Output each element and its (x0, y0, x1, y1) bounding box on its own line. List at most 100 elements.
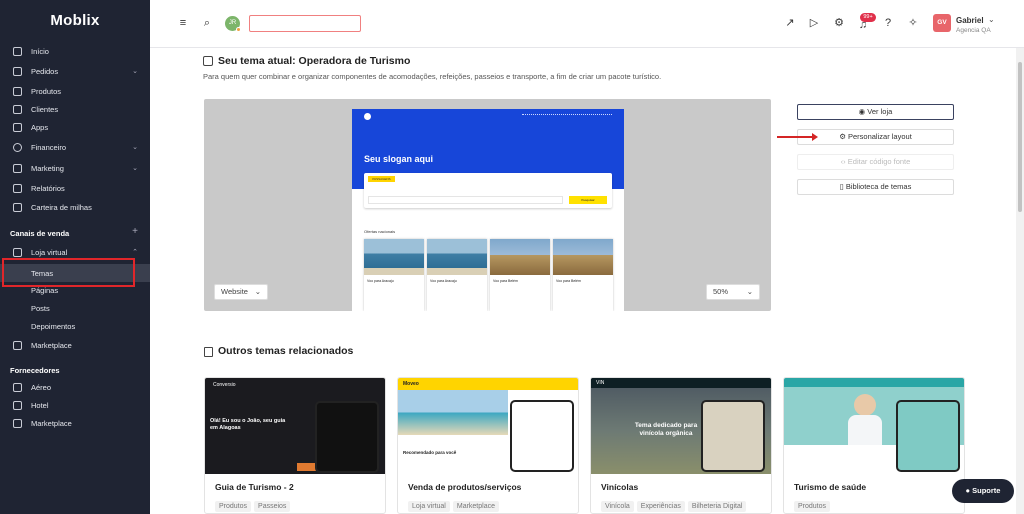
thumb-doctor (854, 394, 876, 416)
search-icon[interactable]: ⌕ (201, 17, 213, 29)
sidebar-item-posts[interactable]: Posts (0, 300, 150, 316)
mock-card-image (364, 239, 424, 275)
mock-card-image (490, 239, 550, 275)
thumb-phone (315, 401, 379, 473)
monitor-icon (13, 247, 22, 257)
avatar[interactable]: JR (225, 16, 241, 32)
chevron-down-icon[interactable]: ⌄ (988, 15, 995, 24)
theme-description: Para quem quer combinar e organizar comp… (203, 72, 662, 81)
add-channel-icon[interactable]: + (132, 226, 138, 237)
plane-icon (13, 382, 22, 392)
sidebar-item-inicio[interactable]: Início (0, 43, 150, 59)
box-icon (13, 86, 22, 96)
thumb-headline: Recomendado para você (403, 450, 457, 455)
chevron-down-icon: ⌄ (254, 287, 261, 296)
theme-icon (203, 56, 213, 66)
user-name[interactable]: Gabriel (956, 16, 984, 25)
button-label: Personalizar layout (848, 132, 912, 141)
theme-name: Venda de produtos/serviços (408, 482, 522, 492)
user-avatar[interactable]: GV (933, 14, 951, 32)
sidebar-item-hotel[interactable]: Hotel (0, 397, 150, 413)
sidebar-item-financeiro[interactable]: Financeiro ⌄ (0, 139, 150, 155)
sidebar-item-apps[interactable]: Apps (0, 119, 150, 135)
sidebar-item-relatorios[interactable]: Relatórios (0, 180, 150, 196)
play-icon[interactable]: ▷ (808, 17, 820, 29)
mock-card: Voo para Aracaju (364, 239, 424, 311)
mock-search-box: PASSAGENS Pesquisar (364, 173, 612, 208)
theme-card[interactable]: Turismo de saúde Produtos (783, 377, 965, 514)
mock-offers-label: Ofertas nacionais (364, 229, 396, 234)
users-icon (13, 104, 22, 114)
theme-thumbnail: Moveo Recomendado para você (398, 378, 578, 474)
sidebar-item-marketplace-fornecedor[interactable]: Marketplace (0, 415, 150, 431)
sidebar: Moblix Início Pedidos ⌄ Produtos Clientes… (0, 0, 150, 514)
sidebar-item-produtos[interactable]: Produtos (0, 83, 150, 99)
mock-search-button: Pesquisar (569, 196, 607, 204)
theme-library-button[interactable]: ▯ Biblioteca de temas (797, 179, 954, 195)
gear-icon: ⚙ (839, 132, 848, 141)
thumb-phone (701, 400, 765, 472)
thumb-header (591, 378, 771, 388)
theme-tag: Produtos (794, 501, 831, 512)
redacted-field (249, 15, 361, 32)
view-store-button[interactable]: ◉ Ver loja (797, 104, 954, 120)
theme-card[interactable]: Conversio Olá! Eu sou o João, seu guia e… (204, 377, 386, 514)
sidebar-item-carteira[interactable]: Carteira de milhas (0, 199, 150, 215)
customize-layout-button[interactable]: ⚙ Personalizar layout (797, 129, 954, 145)
mock-card-image (427, 239, 487, 275)
chevron-down-icon: ⌄ (132, 165, 138, 172)
mock-card-image (553, 239, 613, 275)
scrollbar[interactable] (1016, 48, 1024, 514)
dollar-icon (13, 142, 22, 152)
sidebar-item-label: Relatórios (31, 183, 65, 193)
app-logo: Moblix (50, 12, 100, 29)
support-button[interactable]: ● Suporte (952, 479, 1014, 503)
topbar: ≡ ⌕ JR ↗ ▷ ⚙ ♫ 99+ ? ✧ GV Gabriel Agenci… (150, 0, 1024, 48)
help-icon[interactable]: ? (882, 17, 894, 29)
section-canais-de-venda: Canais de venda (10, 229, 70, 238)
device-select[interactable]: Website ⌄ (214, 284, 268, 300)
theme-thumbnail (784, 378, 964, 474)
theme-card[interactable]: VIN Tema dedicado para vinícola orgânica… (590, 377, 772, 514)
arrow-annotation (777, 133, 818, 141)
mock-slogan: Seu slogan aqui (364, 154, 434, 164)
button-label: Ver loja (867, 107, 893, 116)
chevron-down-icon: ⌄ (746, 287, 753, 296)
theme-tag: Produtos (215, 501, 252, 512)
theme-tag: Experiências (636, 501, 685, 512)
external-link-icon[interactable]: ↗ (784, 17, 796, 29)
zoom-select[interactable]: 50% ⌄ (706, 284, 760, 300)
sparkle-icon[interactable]: ✧ (907, 17, 919, 29)
code-icon: ‹› (840, 157, 848, 166)
thumb-doctor-coat (848, 415, 882, 445)
button-label: Editar código fonte (847, 157, 911, 166)
store-icon (13, 340, 22, 350)
theme-thumbnail: VIN Tema dedicado para vinícola orgânica (591, 378, 771, 474)
sidebar-item-depoimentos[interactable]: Depoimentos (0, 318, 150, 334)
gear-icon[interactable]: ⚙ (833, 17, 845, 29)
building-icon (13, 400, 22, 410)
sidebar-item-aereo[interactable]: Aéreo (0, 379, 150, 395)
scrollbar-thumb[interactable] (1018, 62, 1022, 212)
sidebar-item-marketing[interactable]: Marketing ⌄ (0, 160, 150, 176)
sidebar-item-pedidos[interactable]: Pedidos ⌄ (0, 63, 150, 79)
theme-name: Guia de Turismo - 2 (215, 482, 294, 492)
sidebar-item-label: Posts (31, 303, 50, 313)
mock-card-title: Voo para Aracaju (367, 279, 394, 283)
mock-card: Voo para Belém (553, 239, 613, 311)
megaphone-icon (13, 163, 22, 173)
sidebar-item-clientes[interactable]: Clientes (0, 101, 150, 117)
mock-passagens-tab: PASSAGENS (368, 176, 395, 182)
sidebar-item-marketplace[interactable]: Marketplace (0, 337, 150, 353)
thumb-brand: Conversio (213, 382, 236, 388)
theme-card[interactable]: Moveo Recomendado para você Venda de pro… (397, 377, 579, 514)
sidebar-item-label: Marketplace (31, 418, 72, 428)
menu-icon[interactable]: ≡ (177, 17, 189, 29)
document-icon (13, 66, 22, 76)
edit-source-button[interactable]: ‹› Editar código fonte (797, 154, 954, 170)
chevron-up-icon: ⌃ (132, 249, 138, 256)
section-title: Outros temas relacionados (218, 345, 354, 357)
chart-icon (13, 183, 22, 193)
thumb-brand: VIN (596, 380, 605, 386)
sidebar-item-label: Hotel (31, 400, 49, 410)
